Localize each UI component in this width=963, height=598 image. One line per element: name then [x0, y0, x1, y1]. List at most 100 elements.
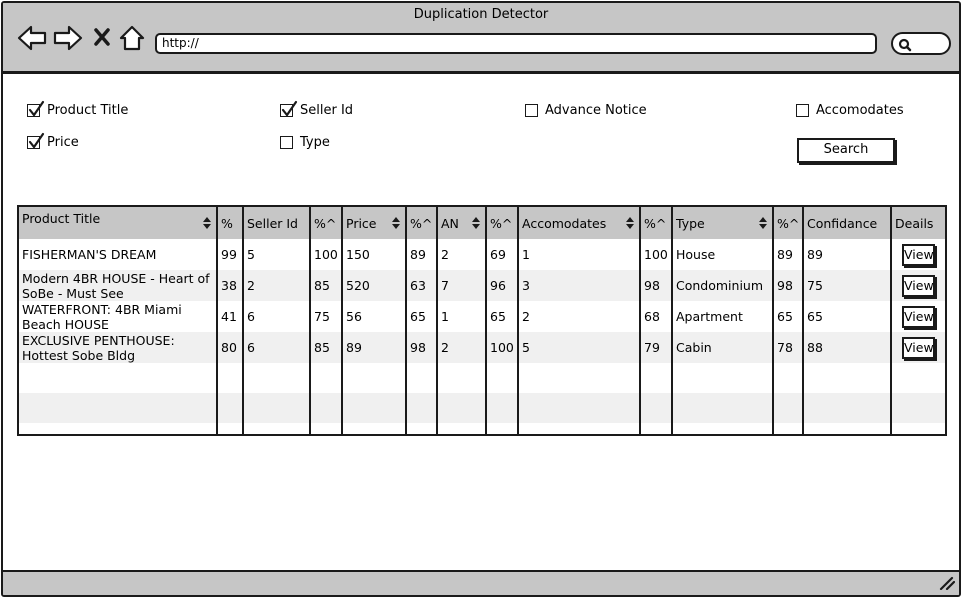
resize-grip-icon[interactable]: [939, 575, 956, 594]
forward-arrow-icon[interactable]: [53, 25, 83, 51]
filter-label: Seller Id: [300, 103, 354, 118]
table-row[interactable]: WATERFRONT: 4BR Miami Beach HOUSE 41 6 7…: [19, 301, 945, 332]
view-button[interactable]: View: [902, 243, 935, 266]
search-button[interactable]: Search: [797, 138, 895, 163]
col-header-price[interactable]: Price: [342, 207, 407, 239]
cell-details: View: [891, 332, 945, 363]
view-button[interactable]: View: [902, 305, 935, 328]
cell-percent: 80: [217, 332, 244, 363]
url-input[interactable]: http://: [155, 33, 877, 54]
cell-details: View: [891, 270, 945, 301]
cell-seller-id: 5: [243, 239, 311, 270]
checkbox-unchecked[interactable]: [525, 104, 538, 117]
cell-product-title: FISHERMAN'S DREAM: [19, 239, 218, 270]
cell-percent: 85: [310, 270, 343, 301]
checkbox-checked[interactable]: [27, 132, 45, 149]
cell-confidance: 88: [803, 332, 892, 363]
col-header-percent[interactable]: %^: [773, 207, 804, 239]
sort-icon[interactable]: [625, 216, 635, 230]
cell-percent: 41: [217, 301, 244, 332]
filter-advance-notice[interactable]: Advance Notice: [525, 103, 647, 118]
results-table: Product Title % Seller Id %^ Price %^ AN…: [17, 205, 947, 436]
status-bar: [3, 570, 959, 595]
close-x-icon[interactable]: [93, 27, 111, 47]
cell-percent: 75: [310, 301, 343, 332]
cell-price: 150: [342, 239, 407, 270]
col-header-deails[interactable]: Deails: [891, 207, 945, 239]
cell-percent: 65: [486, 301, 519, 332]
cell-percent: 96: [486, 270, 519, 301]
sort-icon[interactable]: [471, 216, 481, 230]
col-header-product-title[interactable]: Product Title: [19, 207, 218, 239]
col-header-type[interactable]: Type: [672, 207, 774, 239]
empty-row: [19, 363, 945, 393]
cell-percent: 98: [640, 270, 673, 301]
table-row[interactable]: FISHERMAN'S DREAM 99 5 100 150 89 2 69 1…: [19, 239, 945, 270]
col-header-confidance[interactable]: Confidance: [803, 207, 892, 239]
table-row[interactable]: Modern 4BR HOUSE - Heart of SoBe - Must …: [19, 270, 945, 301]
filter-price[interactable]: Price: [27, 132, 79, 150]
col-header-percent[interactable]: %^: [310, 207, 343, 239]
cell-percent: 100: [486, 332, 519, 363]
cell-percent: 98: [773, 270, 804, 301]
back-arrow-icon[interactable]: [17, 25, 47, 51]
cell-confidance: 75: [803, 270, 892, 301]
filter-product-title[interactable]: Product Title: [27, 100, 129, 118]
filter-label: Accomodates: [816, 103, 904, 118]
filter-type[interactable]: Type: [280, 135, 330, 150]
cell-percent: 98: [406, 332, 438, 363]
cell-type: Apartment: [672, 301, 774, 332]
col-header-percent[interactable]: %^: [406, 207, 438, 239]
cell-percent: 68: [640, 301, 673, 332]
cell-accomodates: 1: [518, 239, 641, 270]
cell-percent: 65: [773, 301, 804, 332]
col-header-accomodates[interactable]: Accomodates: [518, 207, 641, 239]
filter-label: Advance Notice: [545, 103, 647, 118]
col-header-seller-id[interactable]: Seller Id: [243, 207, 311, 239]
filter-label: Product Title: [47, 103, 129, 118]
cell-percent: 100: [310, 239, 343, 270]
sort-icon[interactable]: [391, 216, 401, 230]
filter-label: Type: [300, 135, 330, 150]
col-header-percent[interactable]: %: [217, 207, 244, 239]
cell-details: View: [891, 239, 945, 270]
cell-percent: 65: [406, 301, 438, 332]
cell-an: 2: [437, 332, 487, 363]
cell-price: 56: [342, 301, 407, 332]
cell-confidance: 65: [803, 301, 892, 332]
col-header-an[interactable]: AN: [437, 207, 487, 239]
empty-row: [19, 423, 945, 434]
browser-search-button[interactable]: [891, 32, 951, 55]
cell-an: 2: [437, 239, 487, 270]
filter-seller-id[interactable]: Seller Id: [280, 100, 354, 118]
cell-an: 7: [437, 270, 487, 301]
table-header-row: Product Title % Seller Id %^ Price %^ AN…: [19, 207, 945, 239]
filter-accomodates[interactable]: Accomodates: [796, 103, 904, 118]
sort-icon[interactable]: [202, 216, 212, 230]
cell-type: Cabin: [672, 332, 774, 363]
view-button[interactable]: View: [902, 274, 935, 297]
cell-an: 1: [437, 301, 487, 332]
cell-seller-id: 6: [243, 332, 311, 363]
cell-confidance: 89: [803, 239, 892, 270]
cell-percent: 79: [640, 332, 673, 363]
table-row[interactable]: EXCLUSIVE PENTHOUSE: Hottest Sobe Bldg 8…: [19, 332, 945, 363]
empty-row: [19, 393, 945, 423]
browser-titlebar: Duplication Detector http://: [3, 3, 959, 74]
cell-percent: 69: [486, 239, 519, 270]
view-button[interactable]: View: [902, 336, 935, 359]
checkbox-checked[interactable]: [280, 100, 298, 117]
cell-price: 520: [342, 270, 407, 301]
cell-price: 89: [342, 332, 407, 363]
sort-icon[interactable]: [758, 216, 768, 230]
cell-accomodates: 2: [518, 301, 641, 332]
col-header-percent[interactable]: %^: [640, 207, 673, 239]
cell-product-title: EXCLUSIVE PENTHOUSE: Hottest Sobe Bldg: [19, 332, 218, 363]
checkbox-unchecked[interactable]: [280, 136, 293, 149]
col-header-percent[interactable]: %^: [486, 207, 519, 239]
cell-percent: 100: [640, 239, 673, 270]
checkbox-checked[interactable]: [27, 100, 45, 117]
cell-seller-id: 6: [243, 301, 311, 332]
home-icon[interactable]: [119, 25, 145, 51]
checkbox-unchecked[interactable]: [796, 104, 809, 117]
